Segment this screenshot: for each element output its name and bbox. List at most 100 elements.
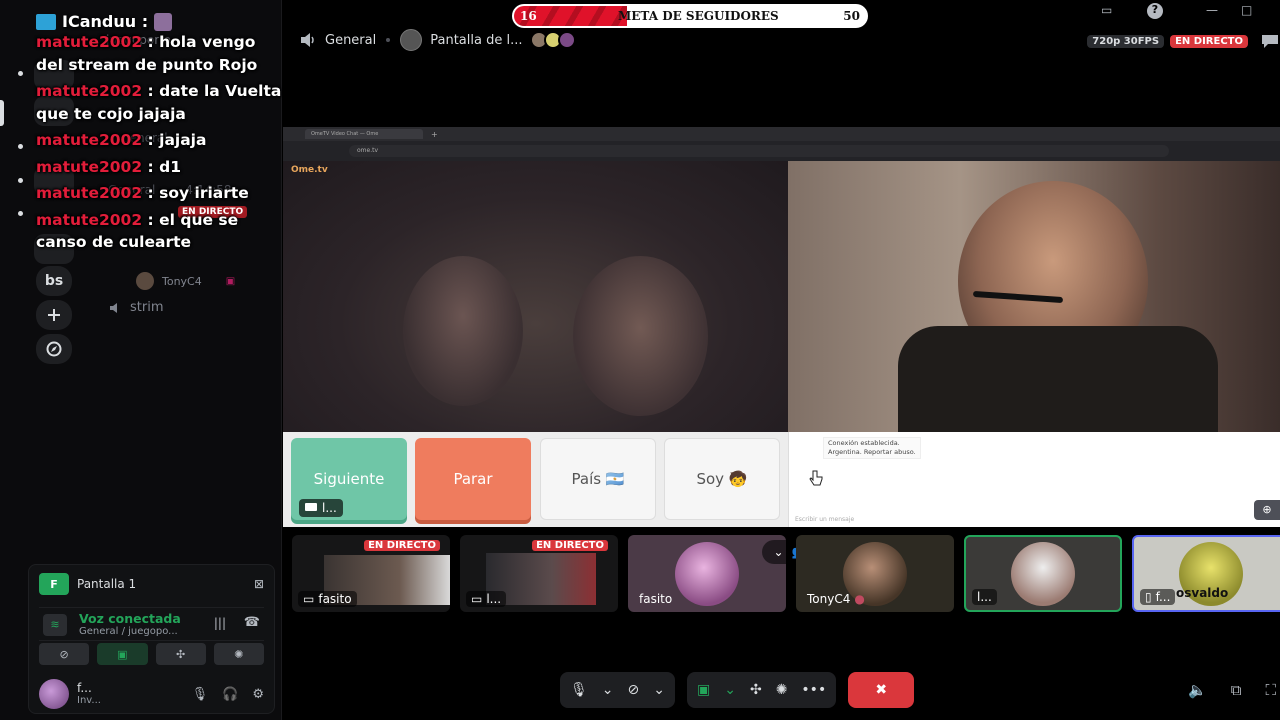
fullscreen-icon[interactable]: ⛶ (1265, 681, 1276, 699)
voice-connection: ≋ Voz conectada General / juegopo... |||… (39, 607, 264, 641)
inbox-icon[interactable]: ▭ (1101, 3, 1112, 17)
new-tab-icon[interactable]: + (431, 130, 438, 139)
gear-icon[interactable]: ⚙ (252, 687, 264, 702)
stream-chat-overlay: ICanduu : matute2002 : hola vengo del st… (36, 12, 284, 254)
soundboard-icon[interactable]: ✺ (776, 682, 788, 698)
screen-share-row[interactable]: F Pantalla 1 ⊠ (39, 572, 264, 596)
zoom-icon[interactable]: ⊕ (1254, 500, 1280, 520)
microphone-icon[interactable]: 🎙 (570, 682, 588, 698)
chevron-down-icon: ⌄ (773, 545, 784, 559)
participant-tile[interactable]: l... (964, 535, 1122, 612)
participant-tile[interactable]: TonyC4 ● (796, 535, 954, 612)
connection-status: Conexión establecida. Argentina. Reporta… (823, 437, 921, 459)
disconnect-icon[interactable]: ☎ (244, 615, 260, 630)
browser-tab[interactable]: OmeTV Video Chat — Ome (305, 129, 423, 139)
selected-server-indicator (0, 100, 4, 126)
voice-channel-strim[interactable]: strim (108, 300, 164, 315)
person (403, 256, 523, 406)
chat-message: matute2002 : jajaja (36, 129, 284, 152)
chat-message: matute2002 : el que se canso de culearte (36, 209, 284, 254)
country-button[interactable]: País 🇦🇷 (540, 438, 656, 520)
screen-share-icon[interactable]: ▣ (697, 682, 710, 698)
activity-icon: ✣ (176, 647, 186, 661)
leave-call-icon: ✖ (875, 682, 888, 698)
shared-screen[interactable]: OmeTV Video Chat — Ome + ome.tv Ome.tv S… (283, 127, 1280, 527)
volume-icon[interactable]: 🔈 (1188, 681, 1207, 699)
view-controls: 🔈 ⧉ ⛶ (1188, 681, 1280, 699)
user-name: f... (77, 681, 92, 695)
activity-button[interactable]: ✣ (155, 643, 206, 665)
ome-message-input[interactable]: Escribir un mensaje (795, 516, 854, 523)
chevron-down-icon[interactable]: ⌄ (724, 682, 736, 698)
streamer-name: ICanduu : (62, 12, 149, 31)
minimize-icon[interactable]: — (1206, 3, 1218, 17)
avatar[interactable] (39, 679, 69, 709)
camera-toggle-button[interactable]: ⊘ (39, 643, 90, 665)
participant-name: fasito (639, 592, 673, 606)
speaker-icon (301, 33, 314, 47)
voice-channel-crumb[interactable]: General (299, 32, 376, 48)
stream-title: Pantalla de l... (430, 32, 523, 48)
chevron-down-icon[interactable]: ⌄ (653, 682, 665, 698)
server-bs[interactable]: bs (36, 266, 72, 296)
chat-message: matute2002 : date la Vuelta que te cojo … (36, 80, 284, 125)
participant-tile[interactable]: osvaldo ▯ f... (1132, 535, 1280, 612)
signal-icon: ≋ (43, 614, 67, 636)
popout-icon[interactable]: ⧉ (1231, 681, 1242, 699)
stream-badges: 720p 30FPS EN DIRECTO (1087, 32, 1280, 50)
chevron-down-icon[interactable]: ⌄ (602, 682, 614, 698)
emoji-icon: ● (854, 592, 865, 606)
plus-icon (48, 309, 60, 321)
chat-text: : d1 (147, 157, 182, 176)
participant-label: ▭ l... (466, 591, 507, 607)
camera-off-icon: ⊘ (59, 647, 69, 661)
unread-dot (18, 211, 23, 216)
member-tonyc4[interactable]: TonyC4 ▣ (136, 272, 235, 290)
viewer-avatars[interactable] (530, 31, 577, 49)
browser-tab-strip: OmeTV Video Chat — Ome + (283, 127, 1280, 141)
noise-icon[interactable]: ||| (214, 616, 226, 630)
stop-share-icon[interactable]: ⊠ (254, 577, 264, 591)
unread-dot (18, 71, 23, 76)
chat-text: : soy iriarte (147, 184, 249, 202)
phone-icon: ▯ (1145, 590, 1152, 604)
add-server-button[interactable] (36, 300, 72, 330)
chat-username: matute2002 (36, 157, 143, 176)
user-controls: 🎙 🎧 ⚙ (192, 687, 264, 702)
camera-off-icon[interactable]: ⊘ (628, 682, 640, 698)
ome-logo: Ome.tv (291, 165, 328, 175)
user-panel: f... Inv... 🎙 🎧 ⚙ (39, 679, 264, 709)
activity-icon[interactable]: ✣ (750, 682, 762, 698)
remote-camera-feed (788, 161, 1280, 432)
headphones-icon[interactable]: 🎧 (222, 687, 238, 702)
participant-name: TonyC4 (807, 592, 851, 606)
more-icon[interactable]: ••• (801, 682, 826, 698)
participant-tile[interactable]: EN DIRECTO ▭ fasito (292, 535, 450, 612)
voice-location[interactable]: General / juegopo... (79, 626, 178, 637)
gender-button[interactable]: Soy 🧒 (664, 438, 780, 520)
chat-message: matute2002 : d1 (36, 156, 284, 179)
shirt (898, 326, 1218, 432)
hand-cursor-icon (809, 470, 823, 486)
stream-owner-label: l... (299, 499, 343, 517)
explore-servers-button[interactable] (36, 334, 72, 364)
live-badge: EN DIRECTO (1170, 34, 1248, 48)
chat-icon[interactable] (1260, 32, 1280, 50)
user-info[interactable]: f... Inv... (77, 681, 101, 707)
participant-avatar (1011, 541, 1075, 606)
separator (386, 38, 391, 42)
leave-call-button[interactable]: ✖ (848, 672, 915, 708)
participant-name: l... (977, 590, 992, 604)
stop-button[interactable]: Parar (415, 438, 531, 520)
server-bs-label: bs (44, 273, 64, 289)
stream-title-crumb[interactable]: Pantalla de l... (400, 29, 577, 51)
screen-share-button[interactable]: ▣ (97, 643, 148, 665)
soundboard-button[interactable]: ✺ (213, 643, 264, 665)
maximize-icon[interactable]: □ (1241, 3, 1252, 17)
help-icon[interactable]: ? (1147, 3, 1163, 19)
chat-username: matute2002 (36, 210, 143, 229)
participant-name: l... (486, 592, 502, 606)
microphone-icon[interactable]: 🎙 (192, 687, 209, 702)
participant-tile[interactable]: EN DIRECTO ▭ l... (460, 535, 618, 612)
url-field[interactable]: ome.tv (349, 145, 1169, 157)
